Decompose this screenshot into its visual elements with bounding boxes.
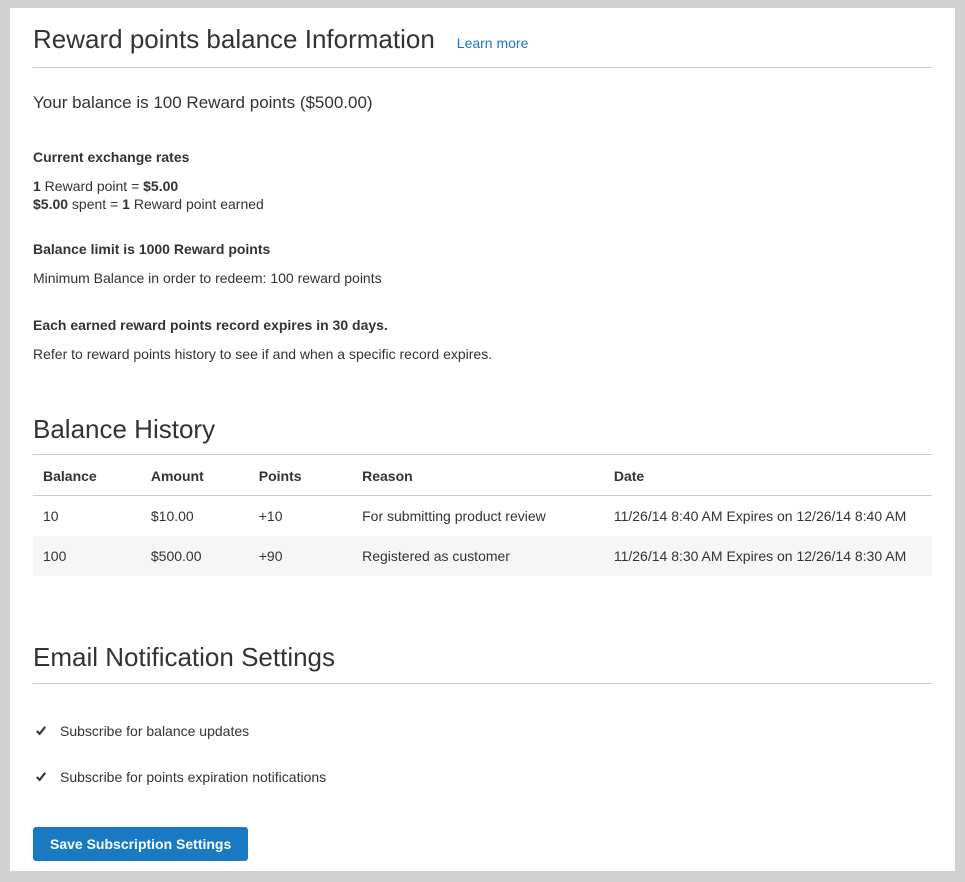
email-settings-heading: Email Notification Settings xyxy=(33,642,932,683)
cell-date: 11/26/14 8:30 AM Expires on 12/26/14 8:3… xyxy=(604,536,932,576)
subscribe-balance-updates-label[interactable]: Subscribe for balance updates xyxy=(60,723,249,739)
learn-more-link[interactable]: Learn more xyxy=(457,35,529,51)
rate-line-2: $5.00 spent = 1 Reward point earned xyxy=(33,196,264,212)
subscribe-expiration-label[interactable]: Subscribe for points expiration notifica… xyxy=(60,769,326,785)
balance-history-heading: Balance History xyxy=(33,414,932,455)
cell-date: 11/26/14 8:40 AM Expires on 12/26/14 8:4… xyxy=(604,496,932,537)
subscribe-expiration-row: Subscribe for points expiration notifica… xyxy=(33,769,932,785)
page-title: Reward points balance Information xyxy=(33,24,435,55)
cell-points: +90 xyxy=(249,536,352,576)
cell-amount: $500.00 xyxy=(141,536,249,576)
cell-reason: Registered as customer xyxy=(352,536,604,576)
table-row: 10 $10.00 +10 For submitting product rev… xyxy=(33,496,932,537)
save-subscription-settings-button[interactable]: Save Subscription Settings xyxy=(33,827,248,861)
column-header-date: Date xyxy=(604,455,932,496)
subscribe-expiration-checkbox[interactable] xyxy=(34,770,48,784)
cell-balance: 10 xyxy=(33,496,141,537)
reward-points-page: Reward points balance Information Learn … xyxy=(10,8,955,871)
column-header-reason: Reason xyxy=(352,455,604,496)
expiry-note-text: Refer to reward points history to see if… xyxy=(33,346,932,362)
cell-points: +10 xyxy=(249,496,352,537)
column-header-balance: Balance xyxy=(33,455,141,496)
exchange-rates-heading: Current exchange rates xyxy=(33,149,932,165)
page-header: Reward points balance Information Learn … xyxy=(33,24,932,68)
min-balance-text: Minimum Balance in order to redeem: 100 … xyxy=(33,270,932,286)
expiry-rule-text: Each earned reward points record expires… xyxy=(33,317,932,333)
column-header-amount: Amount xyxy=(141,455,249,496)
rate-line-1: 1 Reward point = $5.00 xyxy=(33,178,178,194)
subscribe-balance-updates-row: Subscribe for balance updates xyxy=(33,723,932,739)
subscribe-balance-updates-checkbox[interactable] xyxy=(34,724,48,738)
balance-limit-text: Balance limit is 1000 Reward points xyxy=(33,241,932,257)
balance-summary: Your balance is 100 Reward points ($500.… xyxy=(33,93,932,113)
cell-reason: For submitting product review xyxy=(352,496,604,537)
cell-amount: $10.00 xyxy=(141,496,249,537)
column-header-points: Points xyxy=(249,455,352,496)
exchange-rate-lines: 1 Reward point = $5.00 $5.00 spent = 1 R… xyxy=(33,177,932,213)
table-header-row: Balance Amount Points Reason Date xyxy=(33,455,932,496)
table-row: 100 $500.00 +90 Registered as customer 1… xyxy=(33,536,932,576)
balance-history-table: Balance Amount Points Reason Date 10 $10… xyxy=(33,455,932,576)
cell-balance: 100 xyxy=(33,536,141,576)
